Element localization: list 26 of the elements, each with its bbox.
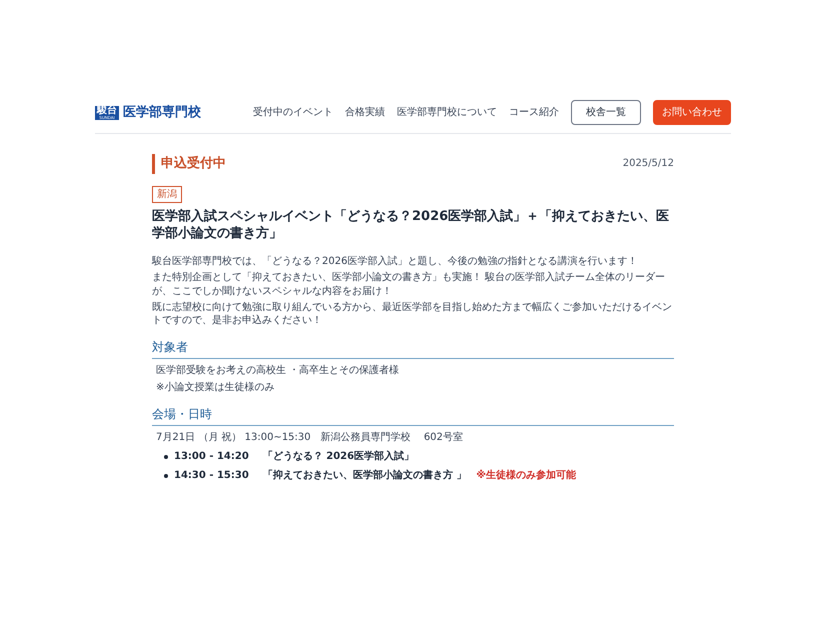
contact-button[interactable]: お問い合わせ bbox=[653, 100, 731, 125]
intro-paragraph: また特別企画として「抑えておきたい、医学部小論文の書き方」も実施！ 駿台の医学部入試チーム全体のリーダーが、ここでしか聞けないスペシャルな内容をお届け！ bbox=[152, 271, 666, 298]
intro-paragraph: 駿台医学部専門校では、「どうなる？2026医学部入試」と題し、今後の勉強の指針となる講演を行います！ bbox=[152, 255, 638, 269]
status-label: 申込受付中 bbox=[152, 154, 226, 174]
bullet-icon bbox=[164, 454, 168, 458]
session-title: 「抑えておきたい、医学部小論文の書き方 」 bbox=[262, 468, 466, 483]
nav-link[interactable]: コース紹介 bbox=[509, 105, 559, 120]
session-note: ※生徒様のみ参加可能 bbox=[476, 468, 576, 483]
session-time: 13:00 - 14:20 bbox=[174, 450, 249, 464]
section-text: ※小論文授業は生徒様のみ bbox=[156, 380, 276, 395]
event-title: 医学部入試スペシャルイベント「どうなる？2026医学部入試」＋「抑えておきたい、医学部小論文の書き方」 bbox=[152, 208, 670, 244]
session-title: 「どうなる？ 2026医学部入試」 bbox=[262, 450, 414, 464]
nav-link[interactable]: 受付中のイベント bbox=[253, 105, 333, 120]
region-tag: 新潟 bbox=[152, 186, 182, 202]
section-text: 7月21日 （月 祝） 13:00~15:30 新潟公務員専門学校 602号室 bbox=[156, 430, 464, 445]
nav-link[interactable]: 医学部専門校について bbox=[397, 105, 497, 120]
nav-link[interactable]: 合格実績 bbox=[345, 105, 385, 120]
site-name[interactable]: 医学部専門校 bbox=[123, 102, 201, 122]
session-time: 14:30 - 15:30 bbox=[174, 469, 249, 483]
post-date: 2025/5/12 bbox=[622, 157, 674, 172]
intro-paragraph: 既に志望校に向けて勉強に取り組んでいる方から、最近医学部を目指し始めた方まで幅広くご参加いただけるイベントですので、是非お申込みください！ bbox=[152, 300, 673, 328]
section-heading: 会場・日時 bbox=[152, 405, 674, 426]
section-heading: 対象者 bbox=[152, 338, 674, 359]
campus-list-button[interactable]: 校舎一覧 bbox=[571, 100, 641, 125]
bullet-icon bbox=[164, 474, 168, 478]
section-text: 医学部受験をお考えの高校生 ・高卒生とその保護者様 bbox=[156, 364, 400, 378]
